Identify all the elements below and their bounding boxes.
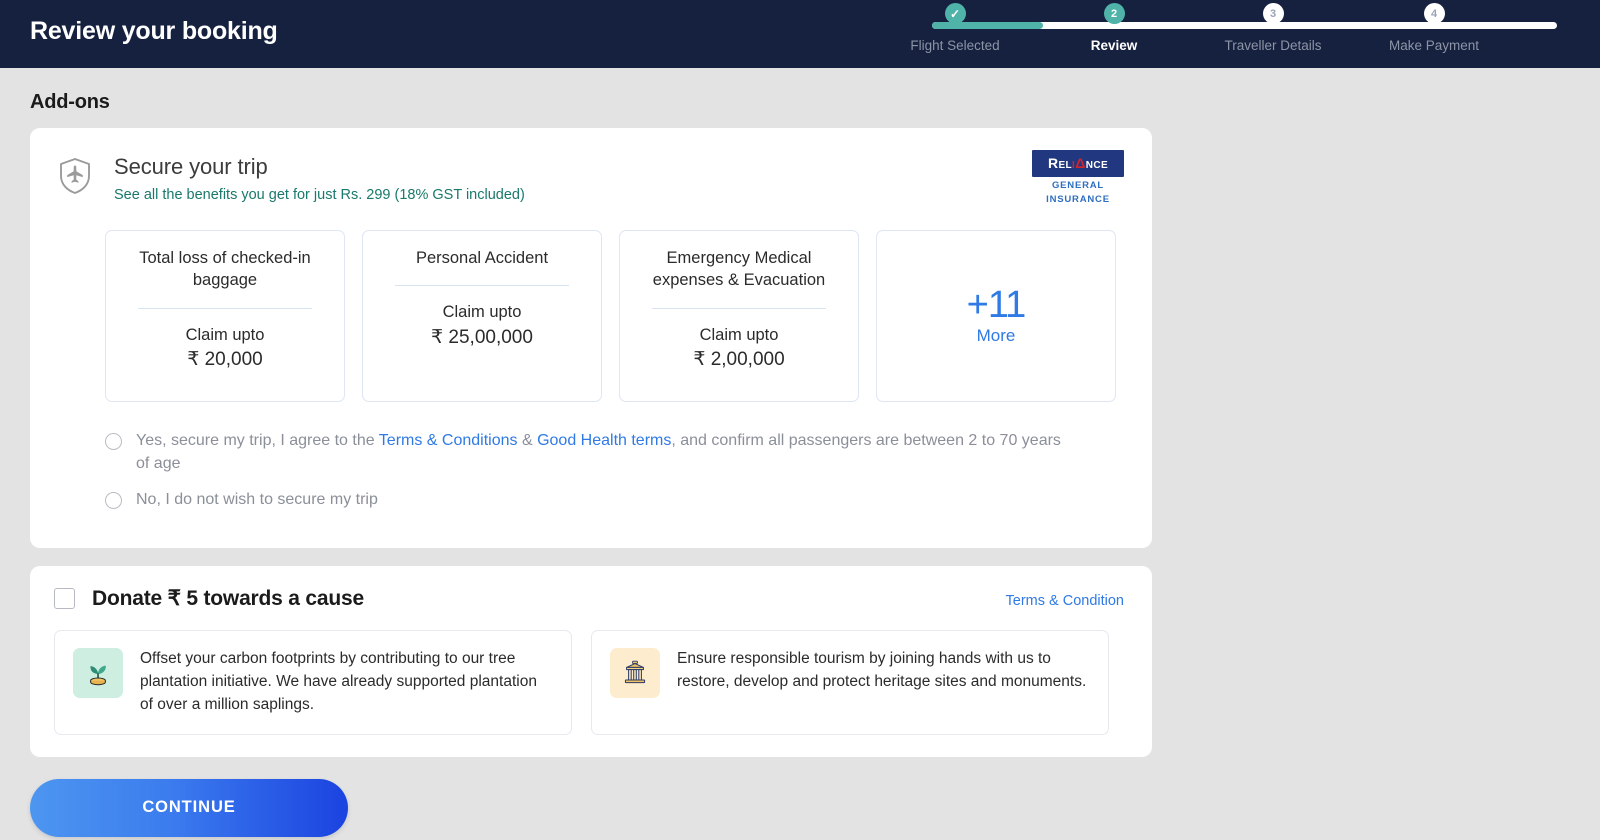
insurance-header-text: Secure your trip See all the benefits yo…	[100, 154, 525, 203]
donate-title: Donate ₹ 5 towards a cause	[92, 586, 364, 611]
radio-yes[interactable]	[105, 433, 122, 450]
step-label-3: Traveller Details	[1188, 38, 1358, 53]
benefit-name: Total loss of checked-in baggage	[120, 247, 330, 292]
benefit-claim-amount: ₹ 20,000	[187, 348, 262, 371]
benefit-claim-amount: ₹ 2,00,000	[693, 348, 784, 371]
brand-tagline-line1: GENERAL	[1032, 180, 1124, 191]
continue-button[interactable]: CONTINUE	[30, 779, 348, 837]
donate-causes-list: Offset your carbon footprints by contrib…	[54, 630, 1128, 734]
terms-and-conditions-link[interactable]: Terms & Conditions	[379, 432, 518, 449]
benefit-name: Personal Accident	[416, 247, 548, 269]
benefit-card: Personal Accident Claim upto ₹ 25,00,000	[362, 230, 602, 402]
insurance-addon-card: Secure your trip See all the benefits yo…	[30, 128, 1152, 548]
insurance-header: Secure your trip See all the benefits yo…	[58, 154, 1124, 203]
reliance-general-insurance-logo: ReliΔnce GENERAL INSURANCE	[1032, 150, 1124, 205]
radio-no[interactable]	[105, 492, 122, 509]
cause-card-heritage: Ensure responsible tourism by joining ha…	[591, 630, 1109, 734]
shield-plane-icon	[58, 154, 100, 200]
insurance-option-no[interactable]: No, I do not wish to secure my trip	[105, 489, 1124, 512]
monument-icon	[610, 648, 660, 698]
step-marker-4: 4	[1424, 3, 1445, 24]
brand-name: ReliΔnce	[1048, 155, 1108, 171]
more-benefits-button[interactable]: +11 More	[876, 230, 1116, 402]
insurance-option-yes[interactable]: Yes, secure my trip, I agree to the Term…	[105, 430, 1124, 475]
divider	[138, 308, 312, 309]
benefit-card: Total loss of checked-in baggage Claim u…	[105, 230, 345, 402]
brand-name-box: ReliΔnce	[1032, 150, 1124, 177]
cause-card-tree-plantation: Offset your carbon footprints by contrib…	[54, 630, 572, 734]
benefit-claim-label: Claim upto	[186, 324, 265, 346]
benefit-card: Emergency Medical expenses & Evacuation …	[619, 230, 859, 402]
insurance-consent-options: Yes, secure my trip, I agree to the Term…	[58, 430, 1124, 512]
benefit-claim-amount: ₹ 25,00,000	[431, 326, 533, 349]
benefit-claim-label: Claim upto	[700, 324, 779, 346]
divider	[652, 308, 826, 309]
step-label-1: Flight Selected	[870, 38, 1040, 53]
step-make-payment[interactable]: 4 Make Payment	[1349, 0, 1519, 53]
divider	[395, 285, 569, 286]
insurance-option-no-label: No, I do not wish to secure my trip	[122, 489, 378, 512]
step-marker-3: 3	[1263, 3, 1284, 24]
more-benefits-label: More	[977, 326, 1016, 346]
page-title: Review your booking	[30, 17, 278, 46]
donate-header: Donate ₹ 5 towards a cause	[54, 586, 1128, 611]
step-flight-selected[interactable]: ✓ Flight Selected	[870, 0, 1040, 53]
benefit-claim-label: Claim upto	[443, 301, 522, 323]
insurance-benefits-list: Total loss of checked-in baggage Claim u…	[58, 230, 1124, 402]
good-health-terms-link[interactable]: Good Health terms	[537, 432, 671, 449]
insurance-benefits-link[interactable]: See all the benefits you get for just Rs…	[114, 187, 525, 203]
consent-text-part1: Yes, secure my trip, I agree to the	[136, 432, 379, 449]
addons-section-title: Add-ons	[30, 91, 1600, 114]
page-header: Review your booking ✓ Flight Selected 2 …	[0, 0, 1600, 68]
step-traveller-details[interactable]: 3 Traveller Details	[1188, 0, 1358, 53]
step-marker-2: 2	[1104, 3, 1125, 24]
step-marker-1: ✓	[945, 3, 966, 24]
step-review[interactable]: 2 Review	[1029, 0, 1199, 53]
donate-terms-link[interactable]: Terms & Condition	[1006, 593, 1124, 609]
cause-description: Ensure responsible tourism by joining ha…	[660, 648, 1090, 694]
step-label-2: Review	[1029, 38, 1199, 53]
page-body: Add-ons Secure your trip See all the ben…	[0, 91, 1600, 837]
cause-description: Offset your carbon footprints by contrib…	[123, 648, 553, 716]
benefit-name: Emergency Medical expenses & Evacuation	[634, 247, 844, 292]
donate-checkbox[interactable]	[54, 588, 75, 609]
brand-tagline-line2: INSURANCE	[1032, 194, 1124, 205]
booking-progress-stepper: ✓ Flight Selected 2 Review 3 Traveller D…	[912, 0, 1572, 68]
consent-separator: &	[518, 432, 538, 449]
seedling-icon	[73, 648, 123, 698]
check-icon: ✓	[950, 8, 960, 20]
insurance-title: Secure your trip	[114, 154, 525, 180]
donate-addon-card: Donate ₹ 5 towards a cause Terms & Condi…	[30, 566, 1152, 756]
step-label-4: Make Payment	[1349, 38, 1519, 53]
more-benefits-count: +11	[967, 286, 1026, 324]
insurance-option-yes-label: Yes, secure my trip, I agree to the Term…	[122, 430, 1067, 475]
